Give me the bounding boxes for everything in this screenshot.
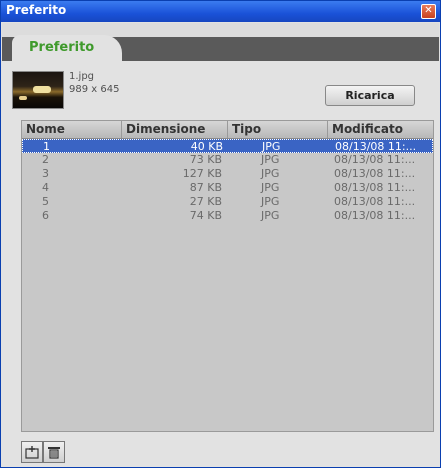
add-folder-button[interactable]	[21, 441, 43, 463]
column-header-type[interactable]: Tipo	[228, 121, 328, 138]
cell-size: 87 KB	[189, 181, 222, 194]
table-row[interactable]: 4 87 KB JPG 08/13/08 11:...	[22, 181, 433, 195]
cell-size: 27 KB	[189, 195, 222, 208]
column-header-modified[interactable]: Modificato	[328, 121, 433, 138]
cell-type: JPG	[261, 181, 280, 194]
thumbnail-light	[19, 96, 27, 100]
cell-name: 4	[42, 181, 49, 194]
close-icon: ✕	[424, 5, 433, 16]
tab-label: Preferito	[29, 40, 95, 55]
cell-modified: 08/13/08 11:...	[334, 195, 416, 208]
table-row[interactable]: 1 40 KB JPG 08/13/08 11:...	[22, 139, 433, 153]
cell-type: JPG	[261, 153, 280, 166]
cell-name: 2	[42, 153, 49, 166]
tab-preferito[interactable]: Preferito	[12, 35, 122, 61]
cell-name: 3	[42, 167, 49, 180]
favorites-window: Preferito ✕ Preferito 1.jpg 989 x 645 Ri…	[0, 0, 441, 468]
tab-strip: Preferito	[2, 23, 439, 61]
cell-size: 40 KB	[190, 140, 223, 153]
cell-type: JPG	[262, 140, 281, 153]
title-bar[interactable]: Preferito ✕	[1, 1, 440, 22]
cell-type: JPG	[261, 167, 280, 180]
window-title: Preferito	[6, 3, 67, 17]
cell-type: JPG	[261, 195, 280, 208]
table-row[interactable]: 3 127 KB JPG 08/13/08 11:...	[22, 167, 433, 181]
preview-filename: 1.jpg	[69, 71, 95, 82]
cell-modified: 08/13/08 11:...	[335, 140, 417, 153]
file-list[interactable]: Nome Dimensione Tipo Modificato 1 40 KB …	[21, 120, 434, 432]
table-row[interactable]: 5 27 KB JPG 08/13/08 11:...	[22, 195, 433, 209]
reload-button[interactable]: Ricarica	[325, 85, 415, 106]
trash-icon	[48, 447, 60, 459]
column-header-size[interactable]: Dimensione	[122, 121, 228, 138]
cell-modified: 08/13/08 11:...	[334, 209, 416, 222]
thumbnail-highlight	[33, 86, 51, 93]
cell-name: 6	[42, 209, 49, 222]
cell-modified: 08/13/08 11:...	[334, 153, 416, 166]
cell-name: 5	[42, 195, 49, 208]
close-button[interactable]: ✕	[421, 4, 436, 19]
list-header: Nome Dimensione Tipo Modificato	[22, 121, 433, 139]
cell-modified: 08/13/08 11:...	[334, 181, 416, 194]
delete-button[interactable]	[43, 441, 65, 463]
table-row[interactable]: 6 74 KB JPG 08/13/08 11:...	[22, 209, 433, 223]
cell-size: 74 KB	[189, 209, 222, 222]
add-folder-icon	[25, 446, 39, 459]
cell-modified: 08/13/08 11:...	[334, 167, 416, 180]
cell-type: JPG	[261, 209, 280, 222]
cell-name: 1	[43, 140, 50, 153]
column-header-name[interactable]: Nome	[22, 121, 122, 138]
image-thumbnail	[12, 71, 64, 109]
cell-size: 127 KB	[182, 167, 222, 180]
table-row[interactable]: 2 73 KB JPG 08/13/08 11:...	[22, 153, 433, 167]
cell-size: 73 KB	[189, 153, 222, 166]
preview-dimensions: 989 x 645	[69, 84, 120, 95]
